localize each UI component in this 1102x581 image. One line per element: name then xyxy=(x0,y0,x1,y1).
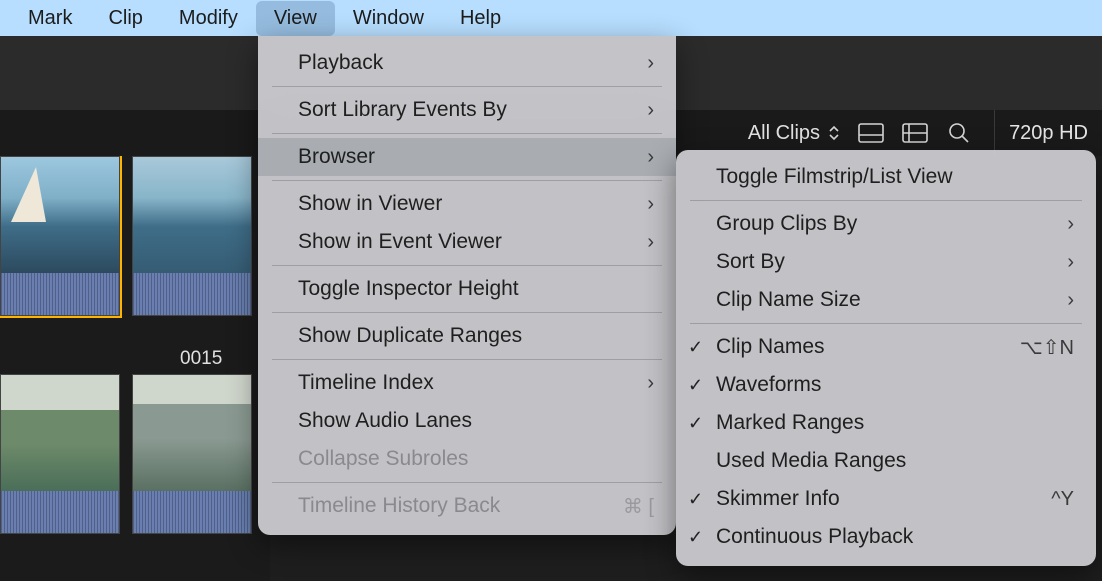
menu-separator xyxy=(272,265,662,266)
menu-item-label: Show Duplicate Ranges xyxy=(298,324,522,348)
menu-item-label: Clip Names xyxy=(716,335,825,359)
clip-waveform xyxy=(1,273,119,315)
clip-thumb[interactable] xyxy=(132,374,252,534)
chevron-right-icon: › xyxy=(647,231,654,254)
menu-item-label: Clip Name Size xyxy=(716,288,861,312)
keyboard-shortcut: ⌘ [ xyxy=(623,494,654,519)
menu-item-clip-name-size[interactable]: Clip Name Size › xyxy=(676,281,1096,319)
menu-separator xyxy=(690,323,1082,324)
chevron-right-icon: › xyxy=(647,146,654,169)
menu-item-show-duplicate-ranges[interactable]: Show Duplicate Ranges xyxy=(258,317,676,355)
chevron-right-icon: › xyxy=(647,372,654,395)
menu-separator xyxy=(690,200,1082,201)
menu-item-label: Browser xyxy=(298,145,375,169)
menu-item-label: Sort Library Events By xyxy=(298,98,507,122)
menu-item-label: Playback xyxy=(298,51,383,75)
all-clips-label: All Clips xyxy=(748,122,820,145)
menu-item-marked-ranges[interactable]: ✓ Marked Ranges xyxy=(676,404,1096,442)
menu-item-label: Show in Event Viewer xyxy=(298,230,502,254)
chevron-right-icon: › xyxy=(1067,251,1074,274)
clip-thumbnail-image xyxy=(133,375,251,491)
menu-item-label: Sort By xyxy=(716,250,785,274)
menu-item-label: Toggle Filmstrip/List View xyxy=(716,165,953,189)
menu-item-waveforms[interactable]: ✓ Waveforms xyxy=(676,366,1096,404)
menu-item-collapse-subroles: Collapse Subroles xyxy=(258,440,676,478)
menu-item-label: Continuous Playback xyxy=(716,525,913,549)
checkmark-icon: ✓ xyxy=(688,375,703,396)
clip-thumbnail-image xyxy=(133,157,251,273)
menu-mark[interactable]: Mark xyxy=(10,1,90,36)
menu-separator xyxy=(272,86,662,87)
menu-item-toggle-filmstrip[interactable]: Toggle Filmstrip/List View xyxy=(676,158,1096,196)
clip-waveform xyxy=(133,491,251,533)
keyboard-shortcut: ^Y xyxy=(1051,488,1074,511)
checkmark-icon: ✓ xyxy=(688,337,703,358)
menu-item-label: Collapse Subroles xyxy=(298,447,468,471)
menu-item-continuous-playback[interactable]: ✓ Continuous Playback xyxy=(676,518,1096,556)
menu-separator xyxy=(272,180,662,181)
menu-item-show-in-viewer[interactable]: Show in Viewer › xyxy=(258,185,676,223)
clip-thumb[interactable] xyxy=(0,156,120,316)
chevron-right-icon: › xyxy=(1067,213,1074,236)
menu-item-skimmer-info[interactable]: ✓ Skimmer Info ^Y xyxy=(676,480,1096,518)
updown-chevron-icon xyxy=(828,124,840,142)
menu-item-label: Timeline Index xyxy=(298,371,434,395)
menu-separator xyxy=(272,482,662,483)
menu-item-timeline-history-back: Timeline History Back ⌘ [ xyxy=(258,487,676,525)
checkmark-icon: ✓ xyxy=(688,527,703,548)
chevron-right-icon: › xyxy=(647,52,654,75)
menu-item-label: Show in Viewer xyxy=(298,192,442,216)
checkmark-icon: ✓ xyxy=(688,489,703,510)
menu-item-label: Group Clips By xyxy=(716,212,857,236)
clip-thumb[interactable] xyxy=(0,374,120,534)
menu-item-label: Waveforms xyxy=(716,373,821,397)
menu-view[interactable]: View xyxy=(256,1,335,36)
clip-waveform xyxy=(1,491,119,533)
browser-submenu: Toggle Filmstrip/List View Group Clips B… xyxy=(676,150,1096,566)
menu-clip[interactable]: Clip xyxy=(90,1,160,36)
menu-item-label: Timeline History Back xyxy=(298,494,500,518)
view-menu-dropdown: Playback › Sort Library Events By › Brow… xyxy=(258,36,676,535)
menubar: Mark Clip Modify View Window Help xyxy=(0,0,1102,36)
list-view-icon[interactable] xyxy=(902,120,928,146)
menu-item-label: Show Audio Lanes xyxy=(298,409,472,433)
keyboard-shortcut: ⌥⇧N xyxy=(1020,335,1074,360)
chevron-right-icon: › xyxy=(1067,289,1074,312)
browser-clips-area: 0015 xyxy=(0,156,270,581)
menu-item-label: Toggle Inspector Height xyxy=(298,277,519,301)
menu-item-playback[interactable]: Playback › xyxy=(258,44,676,82)
menu-separator xyxy=(272,359,662,360)
menu-item-show-audio-lanes[interactable]: Show Audio Lanes xyxy=(258,402,676,440)
menu-item-label: Used Media Ranges xyxy=(716,449,906,473)
chevron-right-icon: › xyxy=(647,193,654,216)
clip-thumbnail-image xyxy=(1,157,119,273)
menu-window[interactable]: Window xyxy=(335,1,442,36)
menu-item-show-in-event-viewer[interactable]: Show in Event Viewer › xyxy=(258,223,676,261)
menu-modify[interactable]: Modify xyxy=(161,1,256,36)
menu-item-clip-names[interactable]: ✓ Clip Names ⌥⇧N xyxy=(676,328,1096,366)
menu-item-sort-by[interactable]: Sort By › xyxy=(676,243,1096,281)
menu-separator xyxy=(272,312,662,313)
menu-help[interactable]: Help xyxy=(442,1,519,36)
clip-thumb[interactable] xyxy=(132,156,252,316)
chevron-right-icon: › xyxy=(647,99,654,122)
menu-item-used-media-ranges[interactable]: Used Media Ranges xyxy=(676,442,1096,480)
menu-item-sort-library[interactable]: Sort Library Events By › xyxy=(258,91,676,129)
checkmark-icon: ✓ xyxy=(688,413,703,434)
filmstrip-view-icon[interactable] xyxy=(858,120,884,146)
menu-item-group-clips-by[interactable]: Group Clips By › xyxy=(676,205,1096,243)
clip-thumbnail-image xyxy=(1,375,119,491)
clip-waveform xyxy=(133,273,251,315)
menu-item-browser[interactable]: Browser › xyxy=(258,138,676,176)
search-icon[interactable] xyxy=(946,120,972,146)
clip-name-label: 0015 xyxy=(180,348,222,370)
quality-label[interactable]: 720p HD xyxy=(1005,122,1102,145)
menu-separator xyxy=(272,133,662,134)
menu-item-label: Marked Ranges xyxy=(716,411,864,435)
menu-item-toggle-inspector-height[interactable]: Toggle Inspector Height xyxy=(258,270,676,308)
all-clips-popup[interactable]: All Clips xyxy=(748,122,840,145)
menu-item-label: Skimmer Info xyxy=(716,487,840,511)
menu-item-timeline-index[interactable]: Timeline Index › xyxy=(258,364,676,402)
